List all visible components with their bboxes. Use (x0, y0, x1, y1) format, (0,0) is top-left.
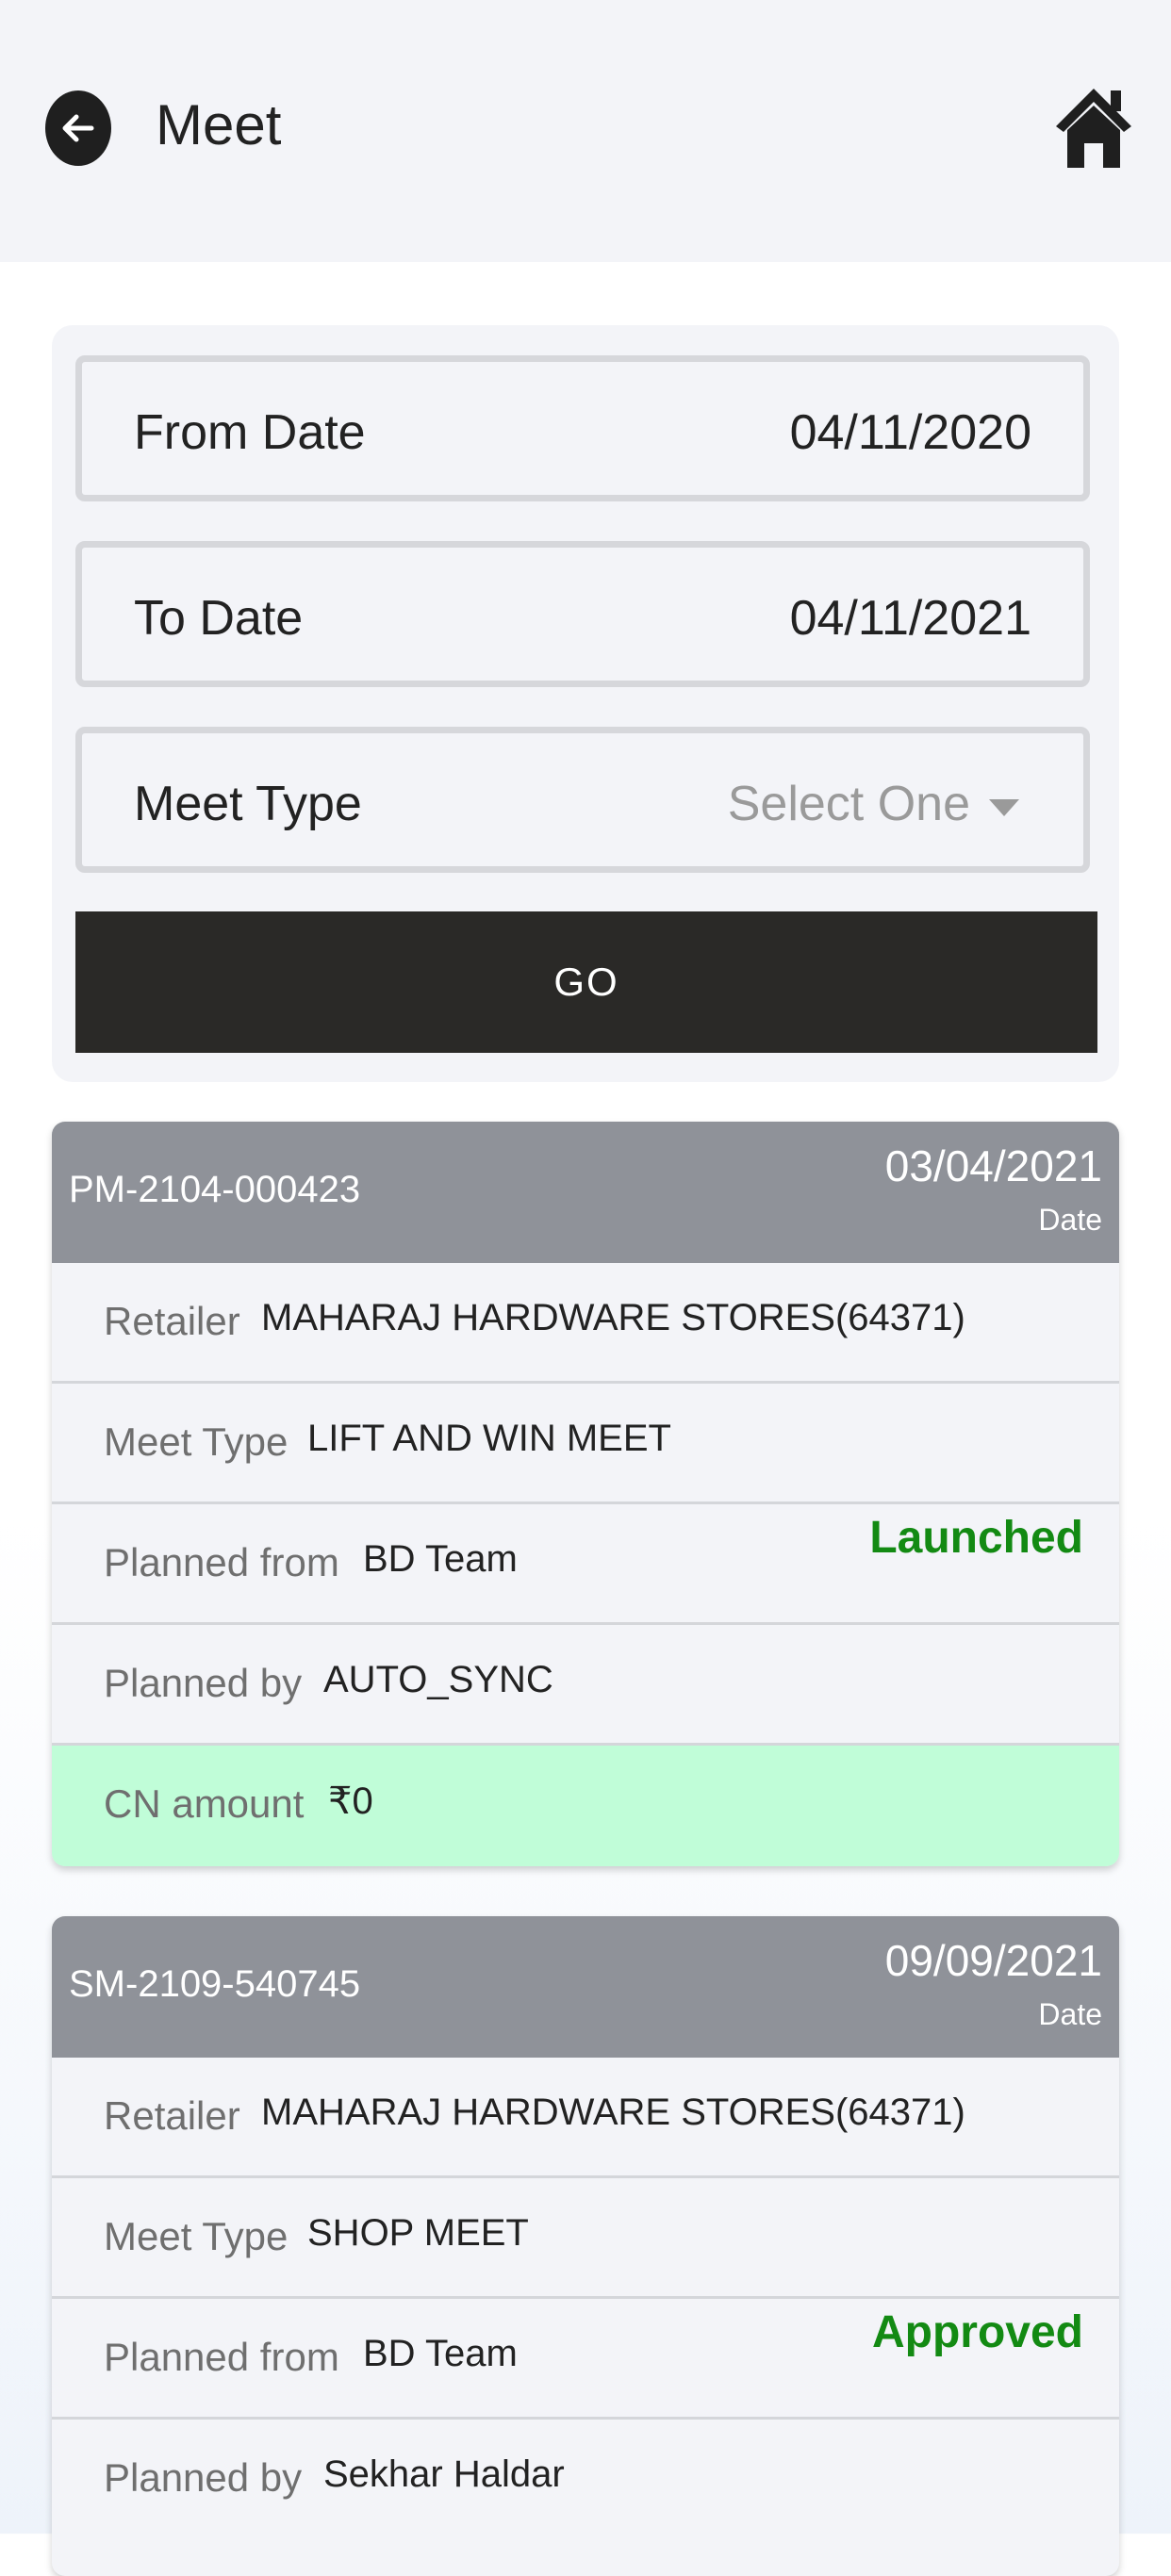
home-button[interactable] (1054, 85, 1133, 170)
meet-type-value: LIFT AND WIN MEET (307, 1418, 671, 1459)
chevron-down-icon (989, 799, 1019, 816)
cn-amount-label: CN amount (104, 1781, 305, 1826)
meet-card[interactable]: PM-2104-000423 03/04/2021 Date Retailer … (52, 1122, 1119, 1866)
back-button[interactable] (45, 90, 111, 166)
planned-by-value: Sekhar Haldar (323, 2453, 565, 2495)
meet-card[interactable]: SM-2109-540745 09/09/2021 Date Retailer … (52, 1916, 1119, 2576)
planned-from-label: Planned from (104, 1540, 339, 1584)
page-title: Meet (156, 93, 282, 156)
retailer-label: Retailer (104, 1299, 240, 1343)
to-date-field[interactable]: To Date 04/11/2021 (75, 541, 1090, 687)
meet-id: PM-2104-000423 (69, 1169, 361, 1210)
meet-type-value: SHOP MEET (307, 2212, 529, 2254)
status-badge: Approved (871, 2307, 1083, 2357)
meet-type-label: Meet Type (134, 777, 362, 831)
planned-from-value: BD Team (363, 2333, 518, 2374)
planned-by-label: Planned by (104, 2455, 303, 2500)
meet-type-placeholder: Select One (727, 777, 970, 831)
go-button[interactable]: GO (75, 911, 1097, 1053)
meet-id: SM-2109-540745 (69, 1963, 361, 2005)
planned-by-label: Planned by (104, 1661, 303, 1705)
from-date-field[interactable]: From Date 04/11/2020 (75, 355, 1090, 501)
meet-card-header: PM-2104-000423 03/04/2021 Date (52, 1122, 1119, 1263)
cn-amount-row: CN amount ₹0 (52, 1746, 1119, 1866)
meet-type-row: Meet Type SHOP MEET (52, 2178, 1119, 2299)
filter-panel: From Date 04/11/2020 To Date 04/11/2021 … (52, 325, 1119, 1082)
from-date-value: 04/11/2020 (789, 405, 1031, 460)
meet-date: 09/09/2021 (884, 1936, 1102, 1985)
meet-date: 03/04/2021 (884, 1141, 1102, 1190)
home-icon (1056, 89, 1131, 168)
status-badge: Launched (869, 1513, 1083, 1563)
planned-by-row: Planned by AUTO_SYNC (52, 1625, 1119, 1746)
to-date-label: To Date (134, 591, 304, 646)
meet-type-select[interactable]: Meet Type Select One (75, 727, 1090, 873)
planned-from-row: Planned from BD Team Launched (52, 1504, 1119, 1625)
back-arrow-icon (62, 114, 94, 142)
retailer-row: Retailer MAHARAJ HARDWARE STORES(64371) (52, 1263, 1119, 1384)
cn-amount-value: ₹0 (328, 1780, 373, 1822)
from-date-label: From Date (134, 405, 366, 460)
meet-type-row-label: Meet Type (104, 1419, 289, 1464)
planned-from-value: BD Team (363, 1538, 518, 1580)
retailer-value: MAHARAJ HARDWARE STORES(64371) (261, 2092, 965, 2133)
meet-type-row: Meet Type LIFT AND WIN MEET (52, 1384, 1119, 1504)
app-header: Meet (0, 0, 1171, 262)
retailer-row: Retailer MAHARAJ HARDWARE STORES(64371) (52, 2058, 1119, 2178)
retailer-label: Retailer (104, 2093, 240, 2138)
meet-type-row-label: Meet Type (104, 2214, 289, 2258)
planned-by-row: Planned by Sekhar Haldar (52, 2420, 1119, 2540)
planned-by-value: AUTO_SYNC (323, 1659, 553, 1700)
retailer-value: MAHARAJ HARDWARE STORES(64371) (261, 1297, 965, 1338)
meet-date-label: Date (1038, 1997, 1102, 2031)
planned-from-row: Planned from BD Team Approved (52, 2299, 1119, 2420)
meet-date-label: Date (1038, 1203, 1102, 1237)
to-date-value: 04/11/2021 (789, 591, 1031, 646)
meet-card-header: SM-2109-540745 09/09/2021 Date (52, 1916, 1119, 2058)
planned-from-label: Planned from (104, 2335, 339, 2379)
